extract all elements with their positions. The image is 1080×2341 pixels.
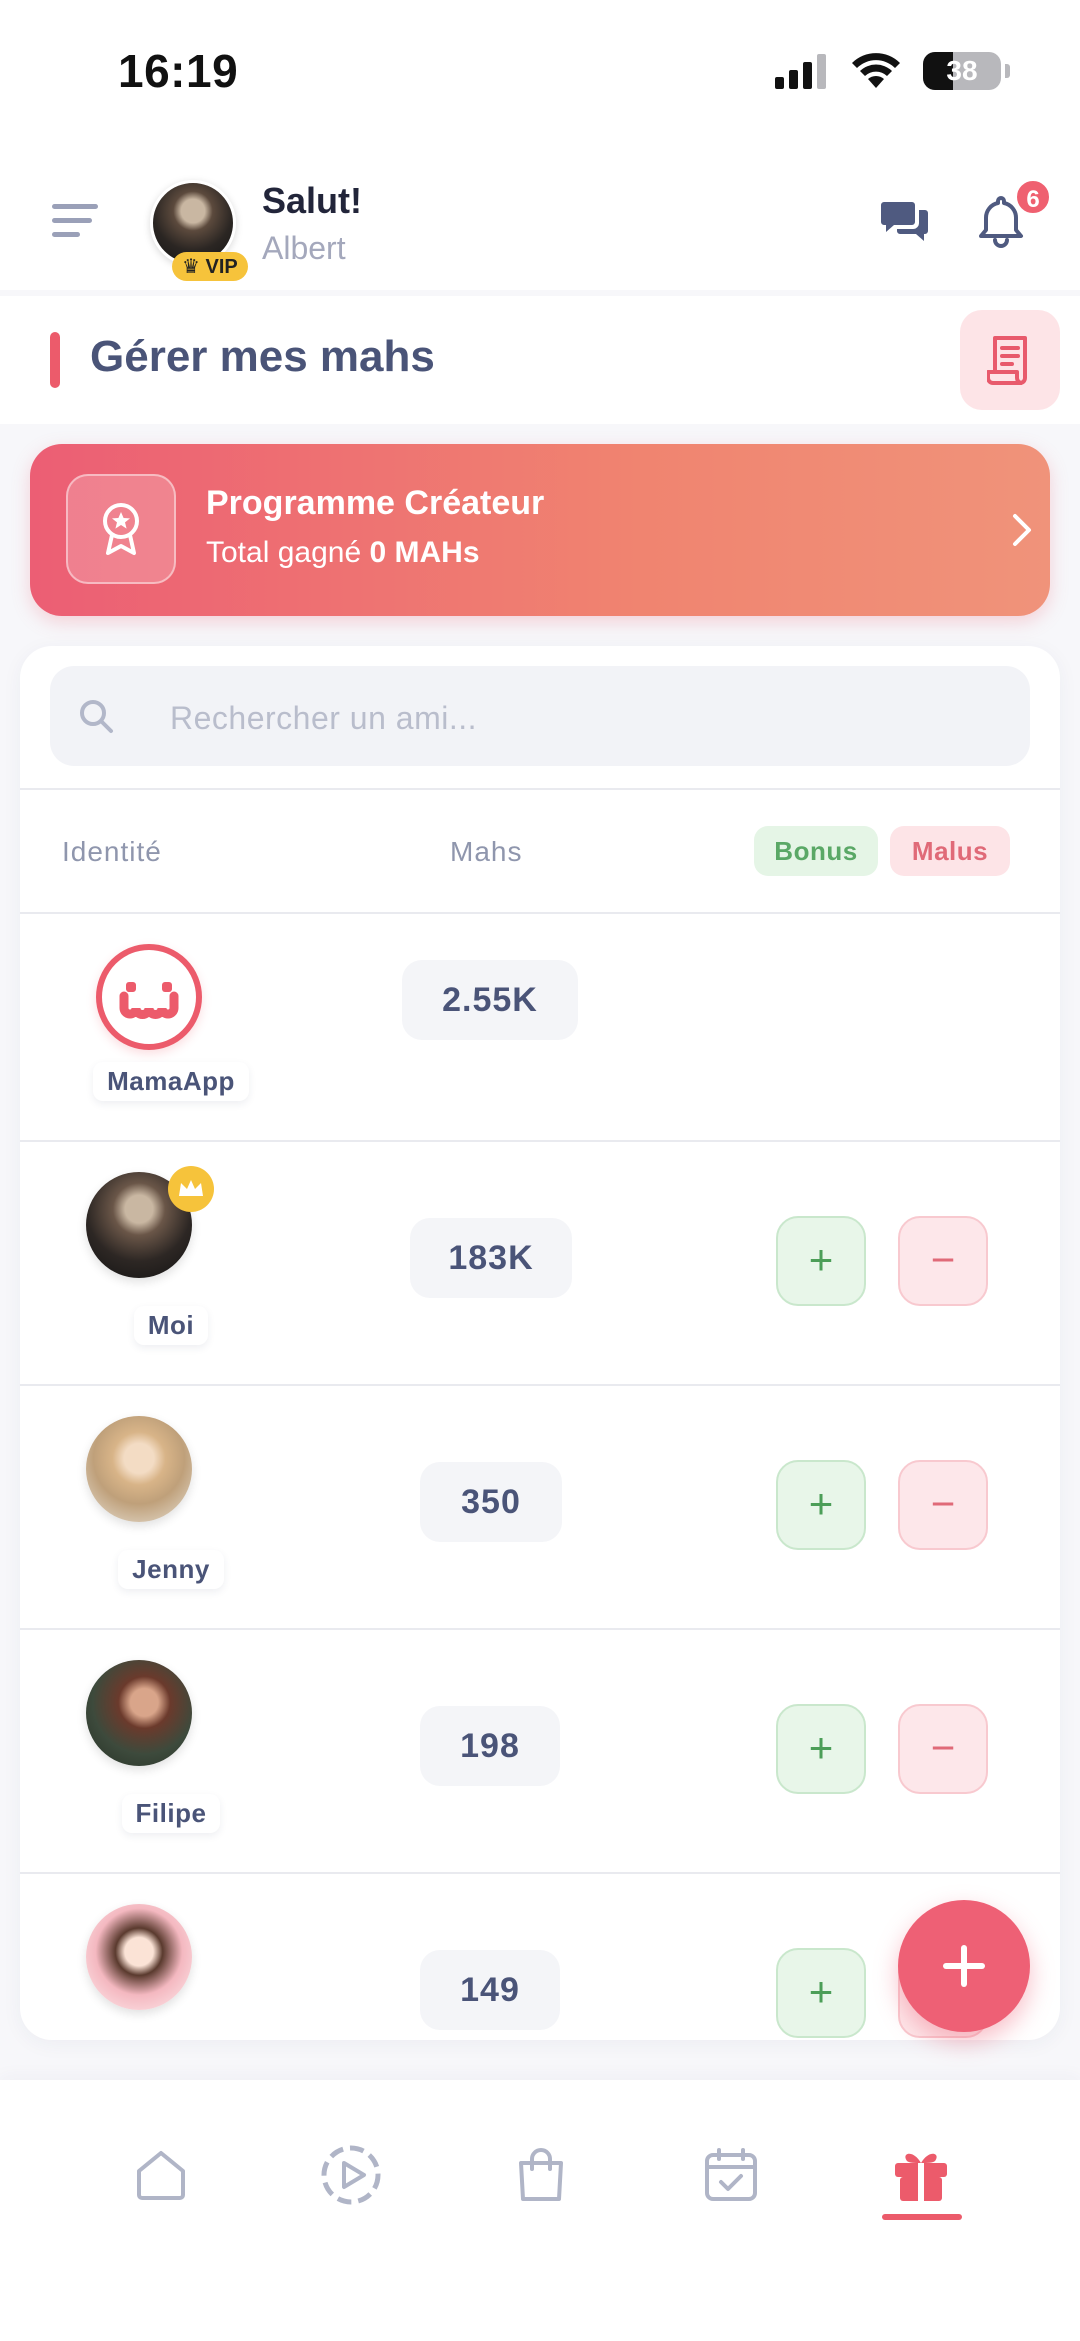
row-name-label: Moi	[133, 1306, 209, 1345]
creator-total-value: 0 MAHs	[369, 536, 480, 569]
title-bar: Gérer mes mahs	[0, 296, 1080, 424]
signal-icon	[775, 54, 826, 89]
menu-icon[interactable]	[52, 204, 98, 244]
nav-gifts[interactable]	[876, 2130, 966, 2220]
vip-label: VIP	[205, 256, 238, 278]
calendar-icon	[705, 2148, 757, 2201]
add-friend-button[interactable]	[898, 1900, 1030, 2032]
notification-badge: 6	[1014, 178, 1052, 216]
column-mahs: Mahs	[450, 836, 523, 867]
status-time: 16:19	[118, 45, 239, 97]
crown-icon: ♛	[182, 256, 200, 278]
divider	[20, 788, 1060, 790]
column-identity: Identité	[62, 836, 162, 867]
greeting: Salut!	[262, 180, 363, 221]
search-input[interactable]: Rechercher un ami...	[50, 666, 1030, 766]
malus-button[interactable]: −	[898, 1704, 988, 1794]
username: Albert	[262, 230, 346, 266]
receipt-icon	[987, 336, 1027, 385]
wifi-icon	[852, 53, 900, 88]
bonus-button[interactable]: +	[776, 1460, 866, 1550]
creator-program-banner[interactable]: Programme Créateur Total gagné 0 MAHs	[30, 444, 1050, 616]
search-icon	[80, 700, 113, 733]
table-row: Filipe 198 + −	[20, 1630, 1060, 1874]
mahs-value: 198	[420, 1706, 560, 1786]
vip-badge: ♛ VIP	[172, 252, 248, 281]
creator-total-prefix: Total gagné	[206, 536, 362, 569]
search-placeholder: Rechercher un ami...	[170, 700, 478, 736]
mamaapp-logo	[96, 944, 202, 1050]
row-name: Filipe	[66, 1794, 276, 1833]
bag-icon	[519, 2148, 563, 2201]
play-icon	[321, 2145, 381, 2205]
table-row: MamaApp 2.55K	[20, 914, 1060, 1158]
active-tab-indicator	[882, 2214, 962, 2220]
mahs-value: 2.55K	[402, 960, 578, 1040]
table-row: Jenny 350 + −	[20, 1386, 1060, 1630]
friends-card: Rechercher un ami... Identité Mahs Bonus…	[20, 646, 1060, 2040]
bonus-button[interactable]: +	[776, 1948, 866, 2038]
nav-videos[interactable]	[306, 2130, 396, 2220]
page-title: Gérer mes mahs	[90, 332, 435, 381]
bonus-pill: Bonus	[754, 826, 878, 876]
crown-icon	[168, 1166, 214, 1212]
title-accent	[50, 332, 60, 388]
row-name-label: Filipe	[121, 1794, 221, 1833]
nav-home[interactable]	[116, 2130, 206, 2220]
app-header: ♛ VIP Salut! Albert 6	[0, 150, 1080, 290]
history-button[interactable]	[960, 310, 1060, 410]
bottom-nav	[0, 2080, 1080, 2341]
malus-button[interactable]: −	[898, 1216, 988, 1306]
malus-button[interactable]: −	[898, 1460, 988, 1550]
bonus-button[interactable]: +	[776, 1704, 866, 1794]
nav-calendar[interactable]	[686, 2130, 776, 2220]
profile-avatar[interactable]: ♛ VIP	[150, 180, 248, 281]
status-bar: 16:19 38	[0, 0, 1080, 150]
status-icons: 38	[773, 52, 1010, 90]
row-name: MamaApp	[66, 1062, 276, 1101]
avatar	[86, 1416, 192, 1522]
nav-shop[interactable]	[496, 2130, 586, 2220]
chevron-right-icon	[1013, 514, 1031, 546]
battery-level: 38	[946, 55, 978, 86]
malus-pill: Malus	[890, 826, 1010, 876]
plus-icon	[943, 1945, 985, 1987]
creator-total: Total gagné 0 MAHs	[206, 536, 480, 570]
chat-icon[interactable]	[880, 198, 930, 244]
avatar	[86, 1904, 192, 2010]
home-icon	[137, 2151, 185, 2200]
award-icon	[66, 474, 176, 584]
creator-title: Programme Créateur	[206, 484, 545, 522]
bonus-button[interactable]: +	[776, 1216, 866, 1306]
row-name-label: Jenny	[118, 1550, 224, 1589]
gift-icon	[895, 2153, 947, 2201]
mahs-value: 350	[420, 1462, 562, 1542]
row-name-label: MamaApp	[93, 1062, 249, 1101]
row-name: Moi	[66, 1306, 276, 1345]
row-name: Jenny	[66, 1550, 276, 1589]
avatar	[86, 1660, 192, 1766]
mahs-value: 183K	[410, 1218, 572, 1298]
page: 16:19 38 ♛ VIP Salut! Albert 6 Gérer mes…	[0, 0, 1080, 2341]
mahs-value: 149	[420, 1950, 560, 2030]
table-row: Moi 183K + −	[20, 1142, 1060, 1386]
battery-icon: 38	[923, 52, 1001, 90]
